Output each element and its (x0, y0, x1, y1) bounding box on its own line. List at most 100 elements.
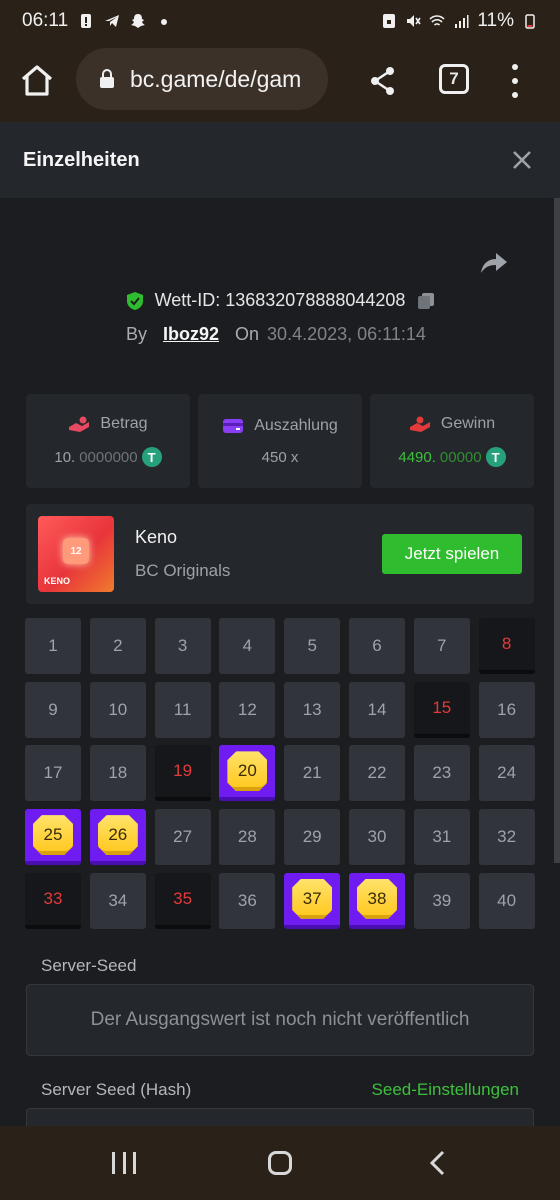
status-time: 06:11 (22, 10, 69, 31)
url-text: bc.game/de/gam (130, 65, 302, 92)
home-icon[interactable] (18, 62, 56, 100)
lock-icon (100, 69, 114, 88)
nav-home-icon[interactable] (268, 1151, 292, 1175)
keno-cell-14: 14 (348, 681, 405, 738)
battery-icon (525, 14, 535, 29)
share-icon[interactable] (366, 64, 400, 98)
thumb-number: 12 (63, 538, 89, 564)
amount-value: 10. 0000000 T (54, 447, 162, 467)
keno-cell-12: 12 (219, 681, 276, 738)
recent-apps-icon[interactable] (112, 1152, 136, 1174)
gem-icon: 26 (97, 815, 138, 856)
keno-cell-22: 22 (348, 745, 405, 802)
keno-cell-27: 27 (154, 809, 211, 866)
keno-cell-13: 13 (284, 681, 341, 738)
keno-cell-9: 9 (25, 681, 81, 738)
seed-settings-link[interactable]: Seed-Einstellungen (372, 1080, 519, 1100)
battery-level: 11% (477, 10, 514, 31)
server-seed-label: Server-Seed (41, 956, 137, 975)
keno-cell-3: 3 (154, 618, 211, 674)
server-seed-hash-field (26, 1108, 534, 1126)
browser-toolbar: bc.game/de/gam 7 (0, 42, 560, 122)
bet-byline: By Iboz92 On 30.4.2023, 06:11:14 (126, 324, 426, 345)
gem-icon: 20 (227, 751, 268, 792)
keno-cell-15: 15 (413, 681, 470, 738)
keno-cell-18: 18 (89, 745, 146, 802)
keno-cell-5: 5 (284, 618, 341, 674)
win-label: Gewinn (440, 415, 496, 432)
thumb-logo: KENO (44, 576, 71, 586)
keno-cell-4: 4 (219, 618, 276, 674)
stat-win: Gewinn 4490. 00000 T (370, 394, 534, 488)
keno-cell-34: 34 (89, 872, 146, 929)
username-link[interactable]: Iboz92 (163, 324, 219, 345)
keno-cell-26: 26 (89, 809, 146, 866)
keno-cell-20: 20 (219, 745, 276, 802)
stat-payout: Auszahlung 450 x (198, 394, 362, 488)
keno-cell-28: 28 (219, 809, 276, 866)
keno-cell-17: 17 (25, 745, 81, 802)
gem-icon: 37 (292, 878, 333, 919)
shield-check-icon (126, 291, 143, 310)
stats-row: Betrag 10. 0000000 T Auszahlung 450 x Gew… (26, 394, 534, 488)
win-value: 4490. 00000 T (398, 447, 506, 467)
bet-date: 30.4.2023, 06:11:14 (267, 324, 426, 344)
gem-icon: 38 (356, 878, 397, 919)
keno-cell-19: 19 (154, 745, 211, 802)
signal-icon (455, 15, 469, 28)
lock-status-icon (383, 14, 396, 28)
system-nav-bar (0, 1126, 560, 1200)
keno-cell-30: 30 (348, 809, 405, 866)
back-icon[interactable] (428, 1150, 448, 1176)
play-now-button[interactable]: Jetzt spielen (382, 534, 522, 574)
game-name: Keno (135, 527, 178, 547)
address-bar[interactable]: bc.game/de/gam (76, 48, 328, 110)
bet-id: Wett-ID: 136832078888044208 (154, 290, 406, 310)
keno-cell-29: 29 (284, 809, 341, 866)
snapchat-icon (131, 14, 146, 28)
payout-value: 450 x (261, 448, 299, 466)
status-bar: 06:11 11% (0, 0, 560, 42)
payout-label: Auszahlung (254, 416, 338, 434)
close-icon[interactable] (512, 150, 532, 170)
win-main: 4490. (398, 448, 436, 466)
amount-main: 10. (54, 448, 76, 466)
amount-label: Betrag (100, 415, 148, 432)
keno-cell-10: 10 (89, 681, 146, 738)
keno-cell-39: 39 (413, 872, 470, 929)
dot-icon (161, 19, 168, 25)
stat-amount: Betrag 10. 0000000 T (26, 394, 190, 488)
keno-cell-1: 1 (25, 618, 81, 674)
modal-header: Einzelheiten (0, 122, 560, 198)
forward-share-icon[interactable] (480, 251, 508, 275)
server-seed-field: Der Ausgangswert ist noch nicht veröffen… (26, 984, 534, 1056)
keno-cell-16: 16 (478, 681, 535, 738)
copy-icon[interactable] (417, 292, 435, 310)
wifi-icon (429, 15, 445, 26)
modal-content: Wett-ID: 136832078888044208 By Iboz92 On… (0, 198, 560, 1126)
keno-cell-25: 25 (25, 809, 81, 866)
modal-title: Einzelheiten (23, 148, 140, 171)
bet-id-row: Wett-ID: 136832078888044208 (0, 290, 560, 311)
more-vert-icon[interactable] (505, 64, 525, 98)
keno-cell-6: 6 (348, 618, 405, 674)
server-seed-hash-label: Server Seed (Hash) (41, 1080, 192, 1099)
amount-dim: 0000000 (79, 448, 138, 466)
on-label: On (235, 324, 260, 344)
gem-icon: 25 (33, 815, 73, 856)
mute-icon (407, 15, 422, 27)
keno-cell-40: 40 (478, 872, 535, 929)
win-dim: 00000 (439, 448, 482, 466)
alert-icon (81, 14, 92, 28)
keno-cell-31: 31 (413, 809, 470, 866)
keno-cell-11: 11 (154, 681, 211, 738)
keno-cell-2: 2 (89, 618, 146, 674)
keno-cell-36: 36 (219, 872, 276, 929)
tether-icon: T (141, 447, 162, 467)
keno-cell-35: 35 (154, 872, 211, 929)
game-thumbnail[interactable]: 12 KENO (38, 516, 114, 592)
keno-cell-37: 37 (284, 872, 341, 929)
tabs-icon[interactable]: 7 (439, 64, 469, 94)
game-provider: BC Originals (135, 561, 231, 580)
keno-cell-32: 32 (478, 809, 535, 866)
